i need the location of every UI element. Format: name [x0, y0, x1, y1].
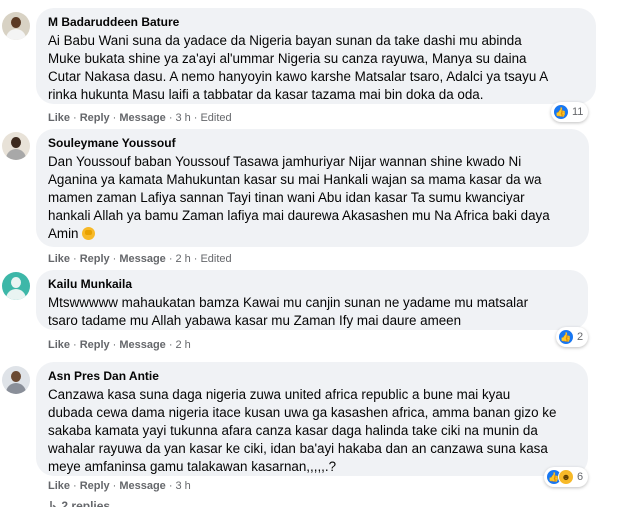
- avatar-body: [6, 289, 26, 300]
- avatar-body: [6, 383, 26, 394]
- like-reaction-icon: 👍: [553, 104, 569, 120]
- reaction-summary[interactable]: 👍 11: [551, 102, 589, 122]
- reply-link[interactable]: Reply: [80, 253, 110, 265]
- like-link[interactable]: Like: [48, 112, 70, 124]
- haha-reaction-icon: ☻: [558, 469, 574, 485]
- comment-time[interactable]: 2 h: [175, 253, 190, 265]
- comment-bubble: Souleymane Youssouf Dan Youssouf baban Y…: [36, 129, 589, 247]
- avatar-face: [11, 277, 21, 288]
- edited-label: Edited: [200, 253, 232, 265]
- message-link[interactable]: Message: [119, 253, 165, 265]
- reaction-summary[interactable]: 👍 ☻ 6: [544, 467, 589, 487]
- like-link[interactable]: Like: [48, 339, 70, 351]
- view-replies-label: 2 replies: [61, 499, 111, 507]
- comment-author[interactable]: Asn Pres Dan Antie: [48, 369, 576, 384]
- reaction-summary[interactable]: 👍 2: [556, 327, 589, 347]
- comment-bubble: Asn Pres Dan Antie Canzawa kasa suna dag…: [36, 362, 588, 476]
- comment-author[interactable]: Souleymane Youssouf: [48, 136, 577, 151]
- avatar[interactable]: [2, 366, 30, 394]
- comment-time[interactable]: 3 h: [175, 112, 190, 124]
- reply-link[interactable]: Reply: [80, 480, 110, 492]
- avatar-body: [6, 149, 26, 160]
- avatar-face: [11, 137, 21, 148]
- reply-link[interactable]: Reply: [80, 112, 110, 124]
- comment-text: Dan Youssouf baban Youssouf Tasawa jamhu…: [48, 154, 550, 241]
- avatar[interactable]: [2, 12, 30, 40]
- comment-bubble: Kailu Munkaila Mtswwwww mahaukatan bamza…: [36, 270, 588, 330]
- avatar-face: [11, 371, 21, 382]
- avatar[interactable]: [2, 132, 30, 160]
- reply-arrow-icon: ↳: [48, 499, 59, 507]
- like-reaction-icon: 👍: [558, 329, 574, 345]
- comment-actions: Like · Reply · Message · 2 h: [48, 339, 191, 351]
- avatar[interactable]: [2, 272, 30, 300]
- comment-time[interactable]: 3 h: [175, 480, 190, 492]
- comment-time[interactable]: 2 h: [175, 339, 190, 351]
- avatar-face: [11, 17, 21, 28]
- view-replies-link[interactable]: ↳ 2 replies: [48, 499, 110, 507]
- like-link[interactable]: Like: [48, 480, 70, 492]
- comment-author[interactable]: M Badaruddeen Bature: [48, 15, 584, 30]
- reaction-count: 2: [577, 331, 584, 343]
- comment-bubble: M Badaruddeen Bature Ai Babu Wani suna d…: [36, 8, 596, 104]
- comment-text: Ai Babu Wani suna da yadace da Nigeria b…: [48, 33, 549, 102]
- message-link[interactable]: Message: [119, 112, 165, 124]
- praying-hands-emoji-icon: [82, 227, 96, 240]
- reaction-count: 11: [572, 106, 584, 118]
- comment-actions: Like · Reply · Message · 2 h · Edited: [48, 253, 232, 265]
- edited-label: Edited: [200, 112, 232, 124]
- comment-actions: Like · Reply · Message · 3 h · Edited: [48, 112, 232, 124]
- like-link[interactable]: Like: [48, 253, 70, 265]
- comment-author[interactable]: Kailu Munkaila: [48, 277, 576, 292]
- message-link[interactable]: Message: [119, 480, 165, 492]
- comment-text: Mtswwwww mahaukatan bamza Kawai mu canji…: [48, 295, 529, 328]
- reply-link[interactable]: Reply: [80, 339, 110, 351]
- avatar-body: [6, 29, 26, 40]
- message-link[interactable]: Message: [119, 339, 165, 351]
- reaction-count: 6: [577, 471, 584, 483]
- comment-actions: Like · Reply · Message · 3 h: [48, 480, 191, 492]
- comment-text: Canzawa kasa suna daga nigeria zuwa unit…: [48, 387, 557, 474]
